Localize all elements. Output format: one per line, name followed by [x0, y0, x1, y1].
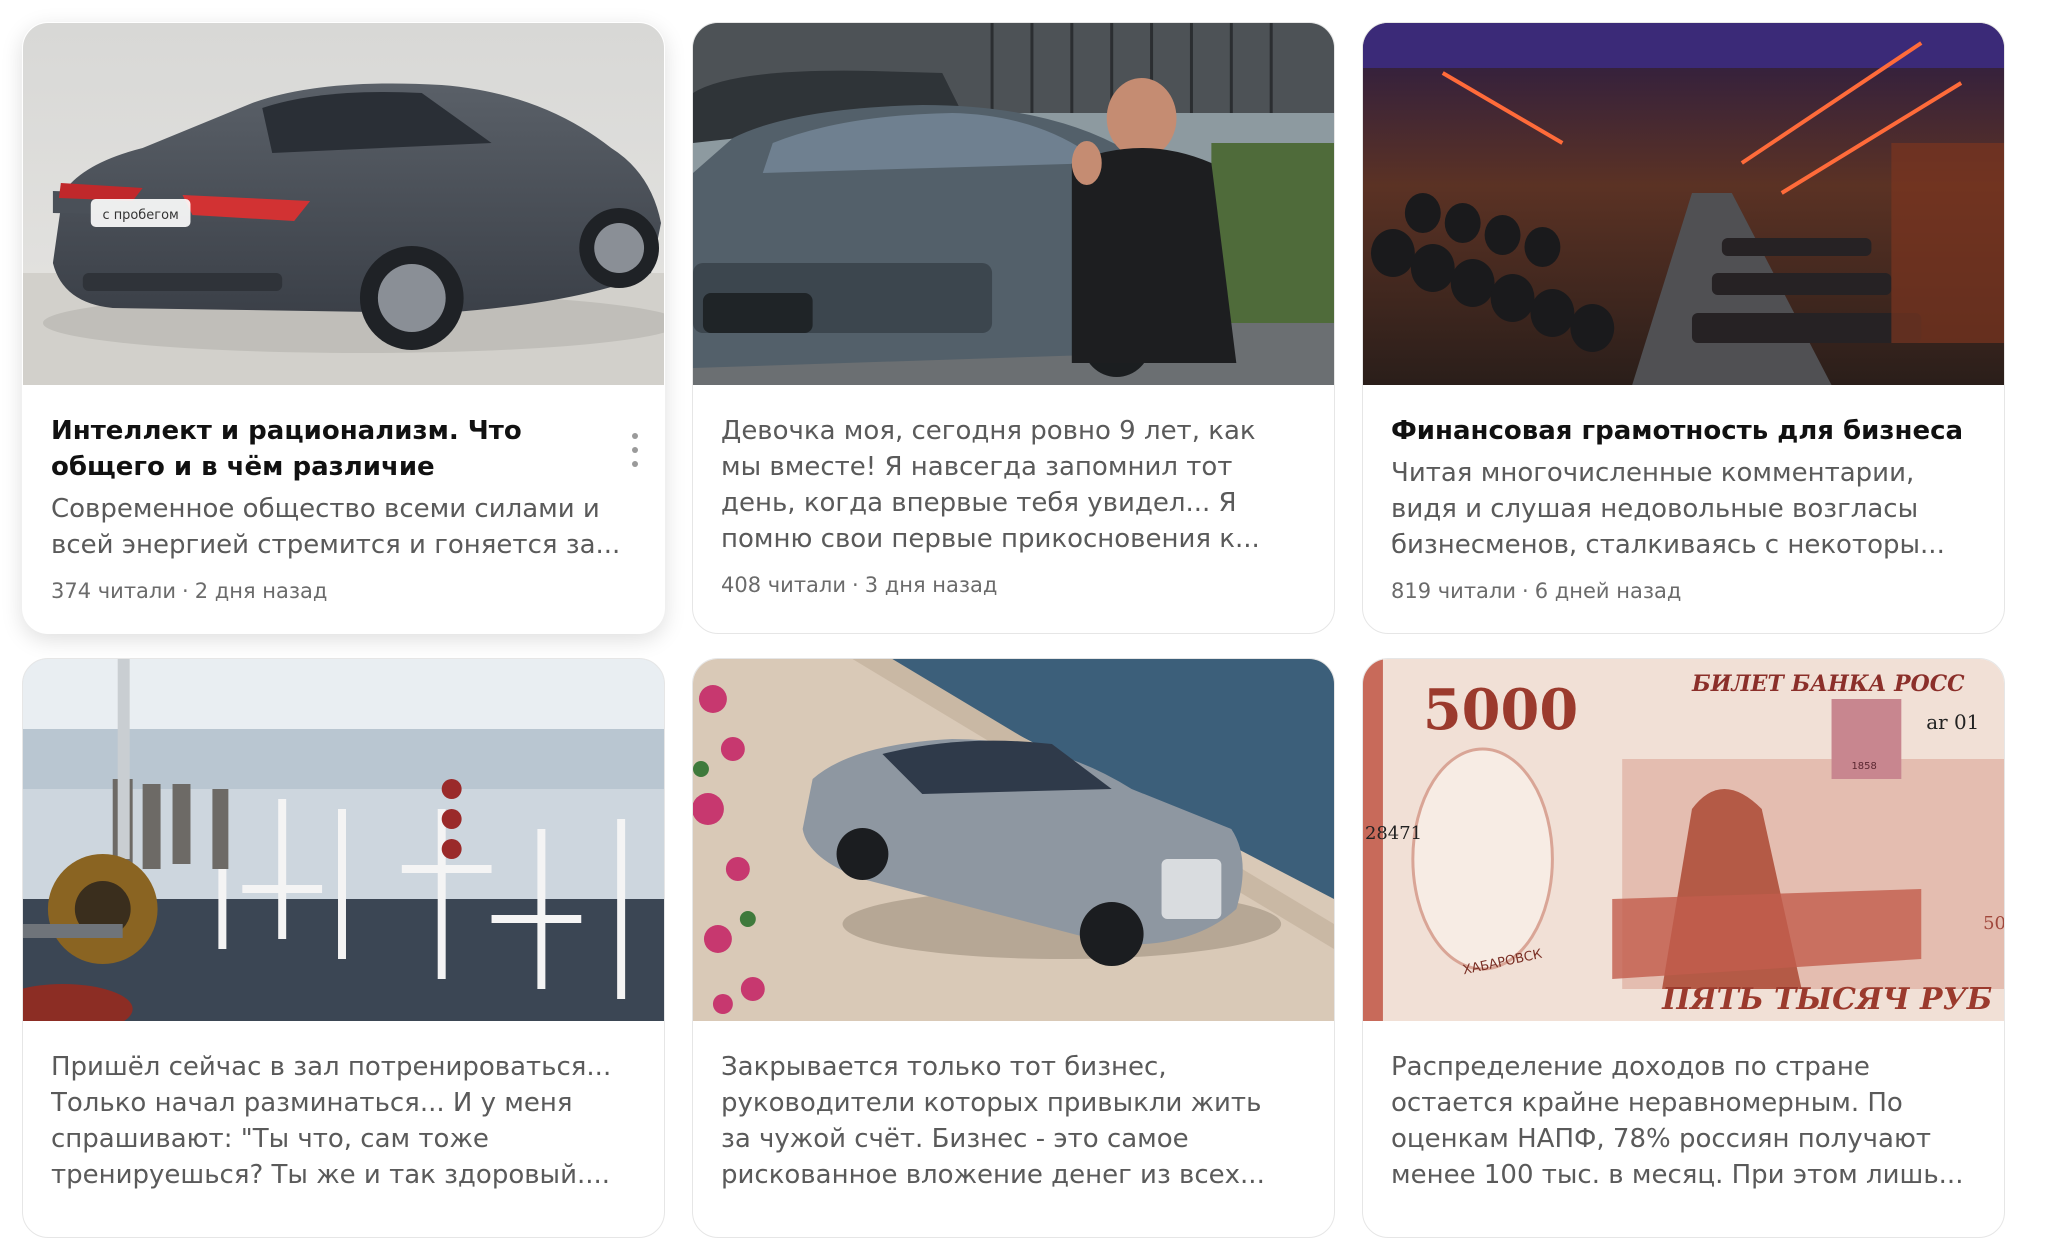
read-count: 374 читали	[51, 579, 176, 603]
image-badge: с пробегом	[102, 208, 178, 223]
read-count: 819 читали	[1391, 579, 1516, 603]
meta-separator: ·	[1522, 579, 1529, 603]
man-with-car-image	[693, 23, 1334, 385]
article-card[interactable]: Девочка моя, сегодня ровно 9 лет, как мы…	[692, 22, 1335, 634]
article-snippet[interactable]: Девочка моя, сегодня ровно 9 лет, как мы…	[721, 413, 1294, 557]
banknote-value: 5000	[1423, 678, 1578, 743]
article-snippet[interactable]: Читая многочисленные комментарии, видя и…	[1391, 455, 1964, 563]
grey-sedan-showroom-image: с пробегом	[23, 23, 664, 385]
article-card[interactable]: с пробегом Интеллект и рационализм. Что …	[22, 22, 665, 634]
article-image[interactable]: с пробегом	[23, 23, 664, 385]
read-count: 408 читали	[721, 573, 846, 597]
article-card[interactable]: 5000 БИЛЕТ БАНКА РОСС ar 01 28471 1858 Х…	[1362, 658, 2005, 1238]
banknote-header: БИЛЕТ БАНКА РОСС	[1691, 671, 1965, 697]
publish-date: 6 дней назад	[1534, 579, 1682, 603]
article-body: Финансовая грамотность для бизнеса Читая…	[1391, 413, 1964, 605]
feed-grid: с пробегом Интеллект и рационализм. Что …	[0, 0, 2048, 1238]
article-snippet[interactable]: Распределение доходов по стране остается…	[1391, 1049, 1964, 1193]
article-image[interactable]	[693, 659, 1334, 1021]
banknote-image: 5000 БИЛЕТ БАНКА РОСС ar 01 28471 1858 Х…	[1363, 659, 2004, 1021]
article-body: Распределение доходов по стране остается…	[1391, 1049, 1964, 1193]
publish-date: 3 дня назад	[864, 573, 998, 597]
article-title[interactable]: Финансовая грамотность для бизнеса	[1391, 413, 1964, 449]
banknote-serial-side: 28471	[1365, 823, 1422, 844]
article-body: Интеллект и рационализм. Что общего и в …	[51, 413, 624, 605]
article-title[interactable]: Интеллект и рационализм. Что общего и в …	[51, 413, 624, 485]
article-card[interactable]: Финансовая грамотность для бизнеса Читая…	[1362, 22, 2005, 634]
article-image[interactable]	[693, 23, 1334, 385]
article-body: Девочка моя, сегодня ровно 9 лет, как мы…	[721, 413, 1294, 599]
article-meta: 374 читали · 2 дня назад	[51, 577, 624, 605]
article-image[interactable]	[23, 659, 664, 1021]
article-body: Пришёл сейчас в зал потренироваться... Т…	[51, 1049, 624, 1193]
banknote-year: 1858	[1851, 761, 1876, 772]
article-image[interactable]	[1363, 23, 2004, 385]
meta-separator: ·	[182, 579, 189, 603]
article-meta: 408 читали · 3 дня назад	[721, 571, 1294, 599]
dark-gym-image	[1363, 23, 2004, 385]
banknote-serial: ar 01	[1926, 710, 1979, 734]
article-card[interactable]: Пришёл сейчас в зал потренироваться... Т…	[22, 658, 665, 1238]
bright-gym-image	[23, 659, 664, 1021]
article-card[interactable]: Закрывается только тот бизнес, руководит…	[692, 658, 1335, 1238]
article-meta: 819 читали · 6 дней назад	[1391, 577, 1964, 605]
article-body: Закрывается только тот бизнес, руководит…	[721, 1049, 1294, 1193]
publish-date: 2 дня назад	[194, 579, 328, 603]
banknote-edge: 50	[1983, 913, 2004, 934]
article-snippet[interactable]: Пришёл сейчас в зал потренироваться... Т…	[51, 1049, 624, 1193]
meta-separator: ·	[852, 573, 859, 597]
more-options-icon[interactable]	[628, 433, 642, 467]
article-snippet[interactable]: Закрывается только тот бизнес, руководит…	[721, 1049, 1294, 1193]
article-snippet[interactable]: Современное общество всеми силами и всей…	[51, 491, 624, 563]
banknote-footer: ПЯТЬ ТЫСЯЧ РУБ	[1661, 982, 1992, 1017]
article-image[interactable]: 5000 БИЛЕТ БАНКА РОСС ar 01 28471 1858 Х…	[1363, 659, 2004, 1021]
luxury-car-waterfront-image	[693, 659, 1334, 1021]
